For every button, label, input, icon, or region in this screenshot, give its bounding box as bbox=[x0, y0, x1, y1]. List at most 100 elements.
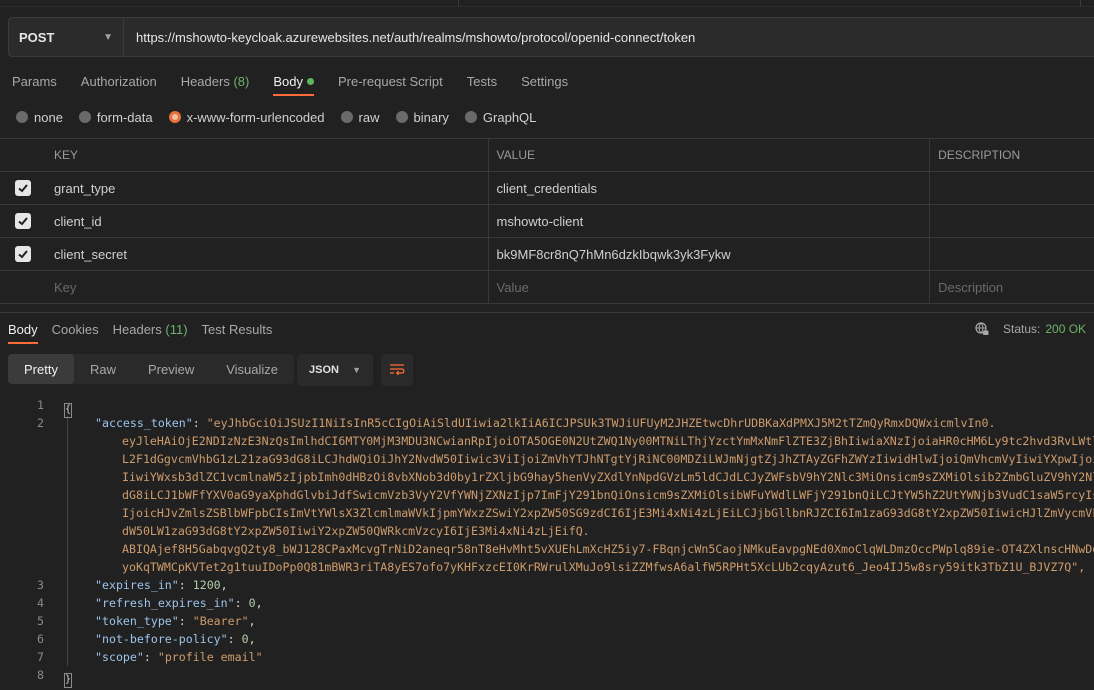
tab-label: Headers bbox=[180, 74, 230, 89]
status-code: 200 OK bbox=[1045, 322, 1087, 336]
code-line-wrapped: L2F1dGgvcmVhbG1zL21zaG93dG8iLCJhdWQiOiJh… bbox=[122, 452, 1094, 466]
view-visualize-button[interactable]: Visualize bbox=[210, 354, 294, 384]
radio-circle bbox=[464, 111, 477, 123]
json-string: "profile email" bbox=[157, 650, 263, 664]
code-line-wrapped: eyJleHAiOjE2NDIzNzE3NzQsImlhdCI6MTY0MjM3… bbox=[122, 434, 1094, 448]
tab-headers[interactable]: Headers (8) bbox=[181, 72, 250, 98]
url-bar: POST ▼ https://mshowto-keycloak.azureweb… bbox=[8, 17, 1094, 57]
tab-tests[interactable]: Tests bbox=[467, 72, 497, 98]
check-icon bbox=[18, 184, 28, 193]
param-value-cell[interactable]: client_credentials bbox=[489, 172, 931, 204]
table-row: client_secret bk9MF8cr8nQ7hMn6dzkIbqwk3y… bbox=[0, 238, 1094, 271]
row-checkbox[interactable] bbox=[14, 213, 31, 229]
status-label: Status: bbox=[1003, 322, 1041, 336]
param-value-cell[interactable]: mshowto-client bbox=[489, 205, 931, 237]
tab-response-cookies[interactable]: Cookies bbox=[52, 322, 99, 346]
radio-form-data[interactable]: form-data bbox=[78, 109, 153, 125]
tab-label: Tests bbox=[466, 74, 498, 89]
param-key-cell[interactable]: grant_type bbox=[46, 172, 489, 204]
globe-lock-icon[interactable] bbox=[975, 322, 989, 336]
format-label: JSON bbox=[309, 364, 339, 376]
row-checkbox-cell bbox=[0, 238, 46, 270]
radio-graphql[interactable]: GraphQL bbox=[464, 110, 536, 125]
tab-body[interactable]: Body bbox=[273, 72, 314, 98]
headers-count: (8) bbox=[233, 74, 250, 89]
url-input[interactable]: https://mshowto-keycloak.azurewebsites.n… bbox=[124, 30, 695, 45]
code-line-wrapped: dG8iLCJ1bWFfYXV0aG9yaXphdGlvbiJdfSwicmVz… bbox=[122, 488, 1094, 502]
view-raw-button[interactable]: Raw bbox=[74, 354, 132, 384]
view-preview-button[interactable]: Preview bbox=[132, 354, 210, 384]
param-description-cell[interactable] bbox=[930, 238, 1094, 270]
form-params-table: KEY VALUE DESCRIPTION grant_type client_… bbox=[0, 138, 1094, 304]
tab-settings[interactable]: Settings bbox=[521, 72, 568, 98]
check-icon bbox=[18, 217, 28, 226]
code-line: } bbox=[64, 666, 72, 688]
param-description-cell[interactable] bbox=[930, 172, 1094, 204]
tab-pre-request-script[interactable]: Pre-request Script bbox=[338, 72, 443, 98]
response-tabs: Body Cookies Headers (11) Test Results bbox=[8, 322, 286, 346]
column-header-key: KEY bbox=[46, 139, 489, 171]
row-checkbox[interactable] bbox=[14, 246, 31, 262]
new-key-input[interactable]: Key bbox=[46, 271, 489, 303]
radio-label: none bbox=[34, 109, 63, 125]
line-number: 2 bbox=[37, 416, 44, 430]
radio-x-www-form-urlencoded[interactable]: x-www-form-urlencoded bbox=[168, 109, 325, 125]
tab-divider bbox=[458, 0, 459, 7]
row-checkbox[interactable] bbox=[14, 180, 31, 196]
new-value-input[interactable]: Value bbox=[489, 271, 931, 303]
line-number: 3 bbox=[37, 578, 44, 592]
param-key-cell[interactable]: client_secret bbox=[46, 238, 489, 270]
tab-label: Body bbox=[273, 74, 303, 89]
tab-label: Params bbox=[12, 74, 57, 89]
table-header-row: KEY VALUE DESCRIPTION bbox=[0, 139, 1094, 172]
radio-binary[interactable]: binary bbox=[395, 109, 449, 125]
code-line: "expires_in": 1200, bbox=[95, 578, 228, 592]
tab-divider bbox=[1080, 0, 1081, 7]
top-tab-strip bbox=[0, 0, 1094, 7]
json-key: "refresh_expires_in" bbox=[95, 596, 235, 610]
wrap-lines-button[interactable] bbox=[381, 354, 413, 386]
chevron-down-icon: ▼ bbox=[103, 31, 113, 43]
param-value-cell[interactable]: bk9MF8cr8nQ7hMn6dzkIbqwk3yk3Fykw bbox=[489, 238, 931, 270]
json-string: "eyJhbGciOiJSUzI1NiIsInR5cCIgOiAiSldUIiw… bbox=[206, 416, 996, 430]
method-select[interactable]: POST ▼ bbox=[9, 18, 124, 56]
json-key: "expires_in" bbox=[95, 578, 179, 592]
param-key-cell[interactable]: client_id bbox=[46, 205, 489, 237]
param-description-cell[interactable] bbox=[930, 205, 1094, 237]
radio-label: form-data bbox=[96, 109, 153, 125]
fold-brace[interactable]: { bbox=[64, 403, 72, 418]
radio-label: x-www-form-urlencoded bbox=[186, 109, 325, 125]
tab-label: Body bbox=[8, 322, 38, 337]
tab-label: Pre-request Script bbox=[337, 74, 443, 89]
radio-label: raw bbox=[358, 109, 380, 125]
method-label: POST bbox=[19, 29, 55, 45]
pane-divider[interactable] bbox=[0, 312, 1094, 313]
format-select[interactable]: JSON ▼ bbox=[297, 354, 373, 386]
line-number: 4 bbox=[37, 596, 44, 610]
radio-circle bbox=[395, 111, 408, 123]
body-indicator-dot bbox=[306, 78, 314, 85]
line-number: 5 bbox=[37, 614, 44, 628]
line-number: 7 bbox=[37, 650, 44, 664]
json-key: "not-before-policy" bbox=[95, 632, 228, 646]
tab-authorization[interactable]: Authorization bbox=[81, 72, 157, 98]
code-line: "refresh_expires_in": 0, bbox=[95, 596, 263, 610]
table-row-placeholder: Key Value Description bbox=[0, 271, 1094, 304]
radio-raw[interactable]: raw bbox=[340, 109, 380, 125]
tab-test-results[interactable]: Test Results bbox=[202, 322, 273, 346]
column-header-value: VALUE bbox=[489, 139, 931, 171]
radio-label: binary bbox=[413, 109, 449, 125]
new-description-input[interactable]: Description bbox=[930, 271, 1094, 303]
json-key: "token_type" bbox=[95, 614, 179, 628]
json-number: 1200 bbox=[192, 578, 221, 592]
tab-response-headers[interactable]: Headers (11) bbox=[113, 322, 188, 346]
tab-label: Headers bbox=[112, 322, 162, 337]
radio-none[interactable]: none bbox=[16, 110, 63, 125]
tab-params[interactable]: Params bbox=[12, 72, 57, 98]
code-line-wrapped: dW50LW1zaG93dG8tY2xpZW50IiwiY2xpZW50QWRk… bbox=[122, 524, 590, 538]
view-pretty-button[interactable]: Pretty bbox=[8, 354, 74, 384]
tab-response-body[interactable]: Body bbox=[8, 322, 38, 346]
fold-brace[interactable]: } bbox=[64, 673, 72, 688]
code-line: { bbox=[64, 396, 72, 418]
tab-label: Cookies bbox=[51, 322, 99, 337]
